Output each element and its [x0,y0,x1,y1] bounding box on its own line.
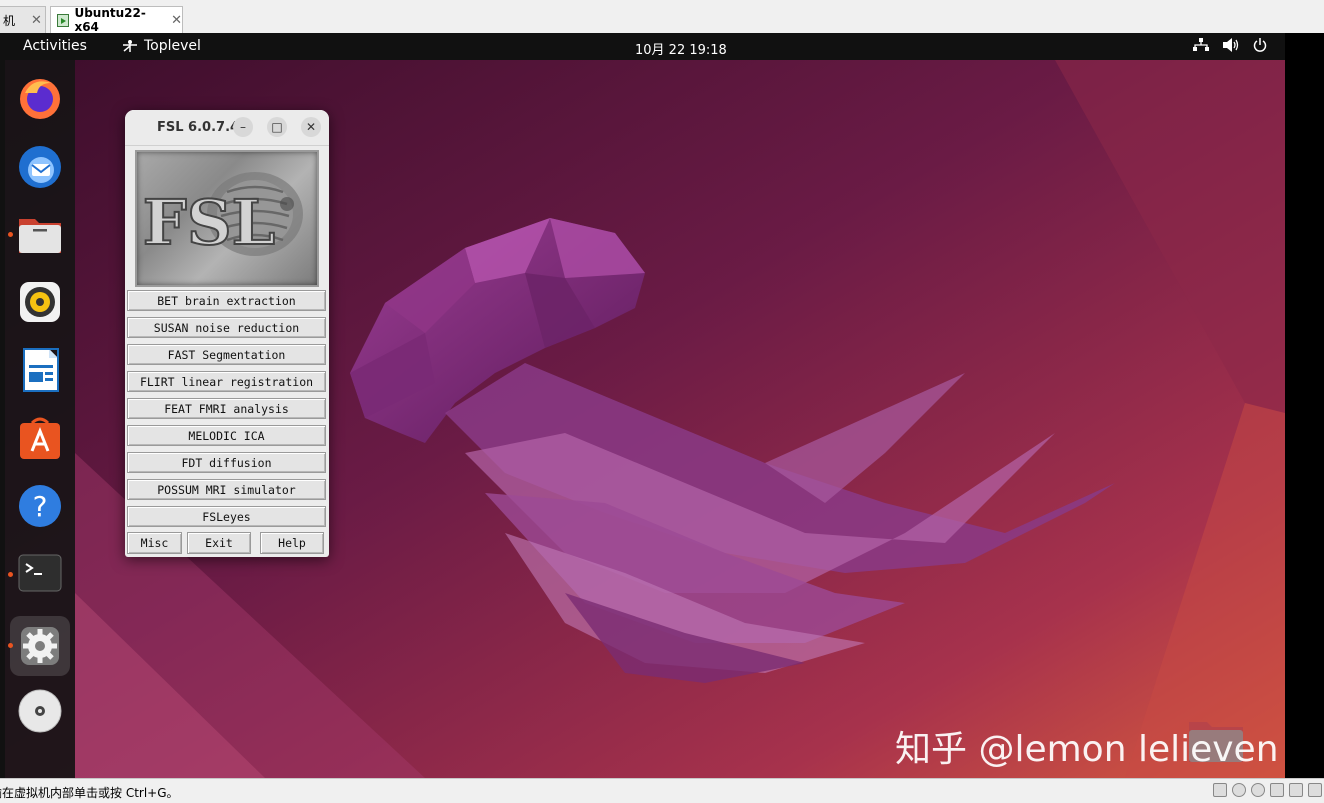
host-tab-label: 机 [3,13,16,28]
app-center-icon[interactable] [16,414,64,462]
misc-button[interactable]: Misc [127,532,182,554]
fsl-window-title: FSL 6.0.7.4 [157,120,240,135]
device-icons [1213,783,1322,797]
host-status-bar: 输在虚拟机内部单击或按 Ctrl+G。 [0,778,1324,803]
feat-button[interactable]: FEAT FMRI analysis [127,398,326,419]
close-icon[interactable]: ✕ [31,13,42,28]
toplevel-app-menu[interactable]: Toplevel [121,38,201,54]
host-tab-label: Ubuntu22-x64 [74,6,146,34]
fsl-window: FSL 6.0.7.4 – □ ✕ FSL BET brain extracti… [125,110,329,557]
dock: ? [5,60,75,778]
fdt-button[interactable]: FDT diffusion [127,452,326,473]
settings-icon[interactable] [10,616,70,676]
guest-screen[interactable]: Activities Toplevel 10月 22 19:18 ? FSL 6… [5,33,1285,778]
rhythmbox-icon[interactable] [16,278,64,326]
libreoffice-writer-icon[interactable] [16,346,64,394]
minimize-icon[interactable]: – [233,117,253,137]
trilobite-logo: FSL [142,172,303,260]
fast-button[interactable]: FAST Segmentation [127,344,326,365]
susan-button[interactable]: SUSAN noise reduction [127,317,326,338]
system-tray[interactable] [1193,38,1267,52]
host-frame-right [1285,33,1324,778]
melodic-button[interactable]: MELODIC ICA [127,425,326,446]
volume-icon[interactable] [1223,38,1239,52]
firefox-icon[interactable] [16,74,64,122]
host-tab-ubuntu[interactable]: Ubuntu22-x64 ✕ [50,6,183,34]
cd-icon[interactable] [1232,783,1246,797]
status-message: 输在虚拟机内部单击或按 Ctrl+G。 [0,786,179,800]
bet-button[interactable]: BET brain extraction [127,290,326,311]
close-icon[interactable]: ✕ [171,13,182,28]
zhihu-watermark: 知乎 @lemon lelieven [895,729,1279,770]
power-icon[interactable] [1253,38,1267,52]
svg-text:?: ? [33,490,48,523]
clock[interactable]: 10月 22 19:18 [635,39,727,58]
flirt-button[interactable]: FLIRT linear registration [127,371,326,392]
network-icon[interactable] [1193,38,1209,52]
possum-button[interactable]: POSSUM MRI simulator [127,479,326,500]
files-icon[interactable] [16,210,64,258]
activities-button[interactable]: Activities [23,38,87,54]
floppy-icon[interactable] [1289,783,1303,797]
help-button[interactable]: Help [260,532,324,554]
thunderbird-icon[interactable] [16,142,64,190]
running-indicator [8,232,13,237]
terminal-icon[interactable] [16,550,64,598]
cd2-icon[interactable] [1251,783,1265,797]
network-adapter-icon[interactable] [1270,783,1284,797]
hard-disk-icon[interactable] [1213,783,1227,797]
usb-icon[interactable] [1308,783,1322,797]
dvd-icon[interactable] [16,687,64,735]
fsl-titlebar[interactable]: FSL 6.0.7.4 – □ ✕ [125,110,329,146]
app-menu-icon [123,40,137,52]
top-panel: Activities Toplevel 10月 22 19:18 [5,33,1285,60]
running-indicator [8,643,13,648]
fsleyes-button[interactable]: FSLeyes [127,506,326,527]
exit-button[interactable]: Exit [187,532,251,554]
vm-icon [57,13,70,27]
close-icon[interactable]: ✕ [301,117,321,137]
logo-text: FSL [143,186,275,259]
running-indicator [8,572,13,577]
fsl-logo: FSL [135,150,319,287]
help-icon[interactable]: ? [16,482,64,530]
host-tab-other[interactable]: 机 ✕ [0,6,46,33]
host-tab-bar: 机 ✕ Ubuntu22-x64 ✕ [0,0,1324,34]
toplevel-label: Toplevel [144,38,201,54]
maximize-icon[interactable]: □ [267,117,287,137]
